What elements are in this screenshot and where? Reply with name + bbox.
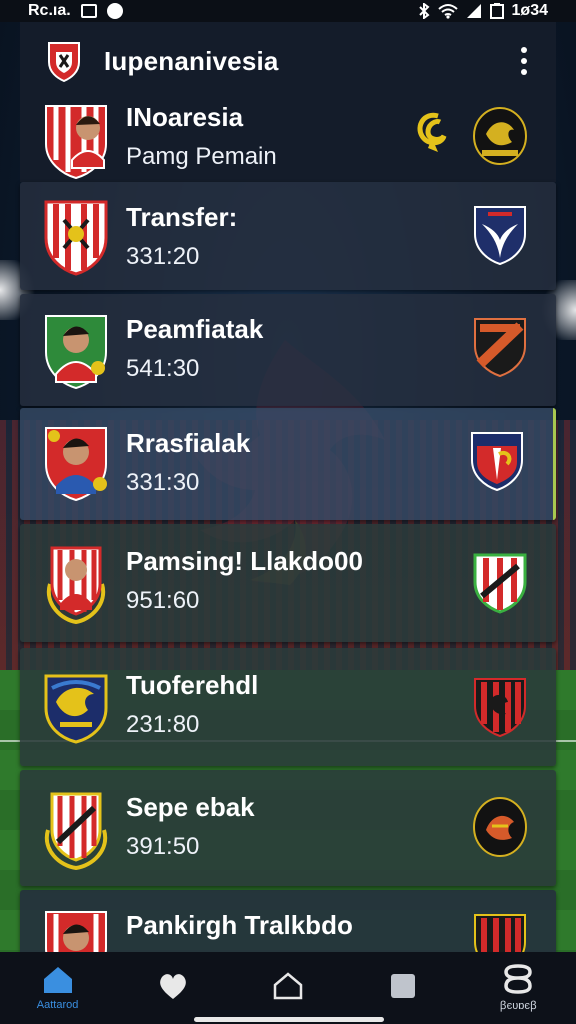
battery-text: 1ø34: [511, 2, 548, 19]
row-subtitle: 331:20: [126, 243, 200, 270]
opponent-crest-icon: [474, 914, 526, 952]
notification-icon: [106, 3, 123, 19]
row-title: Tuoferehdl: [126, 670, 259, 700]
app-title: Iupenanivesia: [104, 45, 279, 76]
opponent-crest-icon: [473, 553, 527, 614]
row-title: Peamfiatak: [126, 314, 264, 344]
row-title: Sepe ebak: [126, 792, 255, 822]
row-subtitle: Pamg Pemain: [126, 143, 277, 170]
nav-square[interactable]: [353, 952, 453, 1024]
gold-emblem-icon: [417, 112, 447, 152]
house-outline-icon: [273, 972, 303, 1000]
battery-icon: [489, 3, 504, 19]
nav-label: ꞵєυɒєꞵ: [499, 999, 537, 1012]
nav-favorites[interactable]: [123, 952, 223, 1024]
opponent-crest-icon: [471, 432, 523, 492]
wifi-icon: [437, 4, 458, 19]
signal-icon: [466, 4, 481, 18]
row-title: Pamsing! Llakdo00: [126, 546, 363, 576]
screenshot-icon: [80, 4, 97, 18]
nav-house[interactable]: [238, 952, 338, 1024]
heart-icon: [159, 974, 186, 999]
player-crest-icon: [45, 911, 107, 952]
square-icon: [391, 974, 416, 998]
opponent-crest-icon: [474, 206, 526, 266]
home-indicator[interactable]: [194, 1017, 384, 1022]
app-header: Iupenanivesia: [20, 22, 556, 100]
list-item-selected[interactable]: Rrasfialak 331:30: [20, 408, 556, 520]
player-crest-icon: [44, 674, 108, 744]
player-crest-icon: [45, 315, 107, 390]
club-logo[interactable]: [46, 40, 82, 82]
row-title: Transfer:: [126, 202, 238, 232]
list-item[interactable]: Transfer: 331:20: [20, 182, 556, 290]
player-crest-icon: [45, 427, 107, 502]
opponent-crest-icon: [474, 318, 526, 378]
bluetooth-icon: [418, 3, 430, 19]
clock-text: Rc.ıa.: [28, 2, 71, 19]
list-item[interactable]: Tuoferehdl 231:80: [20, 648, 556, 766]
row-subtitle: 541:30: [126, 355, 200, 382]
nav-team[interactable]: ꞵєυɒєꞵ: [468, 952, 568, 1024]
row-subtitle: 331:30: [126, 469, 200, 496]
row-subtitle: 231:80: [126, 711, 200, 738]
list-item[interactable]: Peamfiatak 541:30: [20, 294, 556, 406]
row-title: INoaresia: [126, 102, 244, 132]
player-crest-icon: [45, 105, 107, 180]
list-item[interactable]: INoaresia Pamg Pemain: [20, 100, 556, 182]
row-subtitle: 391:50: [126, 833, 200, 860]
home-icon: [43, 967, 72, 993]
list-item[interactable]: Pamsing! Llakdo00 951:60: [20, 524, 556, 642]
team-icon: [504, 963, 533, 994]
nav-label: Aattarod: [36, 999, 79, 1011]
row-title: Rrasfialak: [126, 428, 251, 458]
opponent-crest-icon: [473, 797, 527, 857]
nav-home[interactable]: Aattarod: [8, 952, 108, 1024]
player-crest-icon: [46, 546, 106, 624]
row-title: Pankirgh Tralkbdo: [126, 910, 353, 940]
player-crest-icon: [44, 200, 108, 276]
bottom-navigation: Aattarod ꞵєυɒєꞵ: [0, 952, 576, 1024]
status-bar: Rc.ıa. 1ø34: [0, 0, 576, 22]
opponent-crest-icon: [474, 678, 526, 738]
list-item[interactable]: Pankirgh Tralkbdo: [20, 890, 556, 952]
player-crest-icon: [44, 792, 108, 870]
row-subtitle: 951:60: [126, 587, 200, 614]
opponent-crest-icon: [473, 107, 527, 165]
more-options-icon[interactable]: [518, 47, 530, 75]
list-item[interactable]: Sepe ebak 391:50: [20, 770, 556, 886]
